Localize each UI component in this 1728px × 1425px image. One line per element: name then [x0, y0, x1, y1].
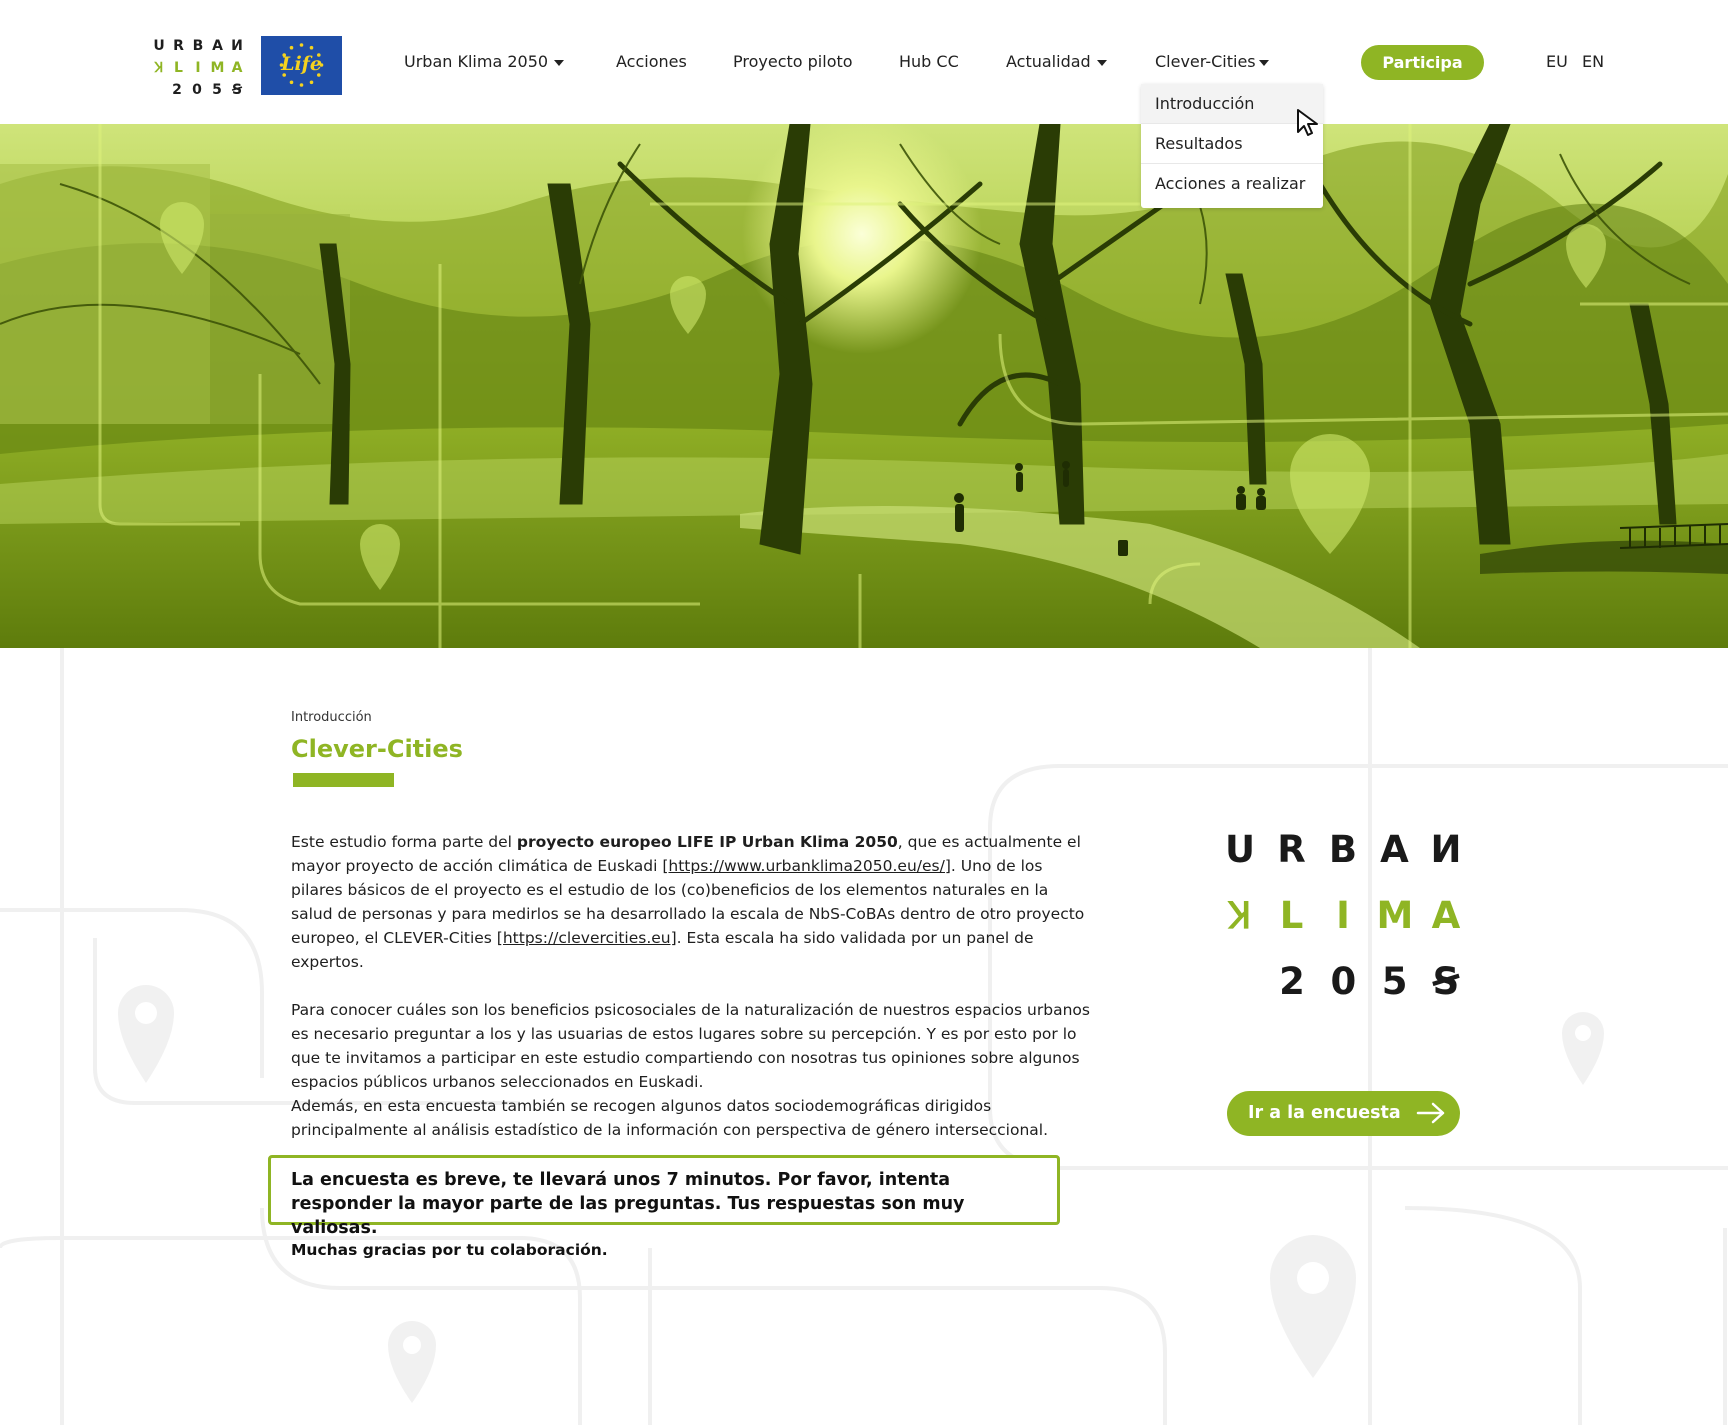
- arrow-right-icon: [1416, 1102, 1445, 1124]
- thanks-text: Muchas gracias por tu colaboración.: [291, 1241, 608, 1259]
- clever-cities-dropdown: Introducción Resultados Acciones a reali…: [1141, 84, 1323, 208]
- urban-klima-logo[interactable]: URBAИ ꞰLIMA 205Ꞩ: [150, 35, 246, 98]
- nav-item-actualidad[interactable]: Actualidad: [1006, 50, 1107, 74]
- urbanklima-link[interactable]: [https://www.urbanklima2050.eu/es/]: [662, 857, 951, 875]
- intro-paragraph-3: Además, en esta encuesta también se reco…: [291, 1097, 1049, 1139]
- intro-heading-block: Introducción Clever-Cities: [291, 710, 1091, 787]
- nav-item-hub-cc[interactable]: Hub CC: [899, 50, 959, 74]
- caret-down-icon: [1258, 59, 1269, 66]
- survey-duration-notice: La encuesta es breve, te llevará unos 7 …: [268, 1155, 1060, 1238]
- language-eu-link[interactable]: EU: [1546, 50, 1568, 74]
- mouse-pointer-icon: [1297, 109, 1318, 136]
- intro-paragraph-2: Para conocer cuáles son los beneficios p…: [291, 1001, 1090, 1091]
- language-en-link[interactable]: EN: [1582, 50, 1604, 74]
- go-to-survey-button[interactable]: Ir a la encuesta: [1227, 1091, 1460, 1136]
- site-header: URBAИ ꞰLIMA 205Ꞩ Life Urban Klima 2050 A…: [0, 0, 1728, 124]
- urban-klima-large-logo: URBAИ ꞰLIMA 205Ꞩ: [1224, 828, 1462, 1003]
- nav-item-clever-cities[interactable]: Clever-Cities: [1155, 50, 1269, 74]
- nav-item-proyecto-piloto[interactable]: Proyecto piloto: [733, 50, 853, 74]
- breadcrumb: Introducción: [291, 710, 372, 725]
- caret-down-icon: [554, 59, 565, 66]
- caret-down-icon: [1096, 59, 1107, 66]
- survey-button-label: Ir a la encuesta: [1248, 1103, 1401, 1123]
- clevercities-link[interactable]: [https://clevercities.eu]: [497, 929, 677, 947]
- life-logo-text: Life: [281, 53, 322, 75]
- intro-paragraph-1: Este estudio forma parte del proyecto eu…: [291, 833, 1085, 971]
- hero-park-image: [0, 124, 1728, 648]
- dropdown-item-acciones[interactable]: Acciones a realizar: [1141, 164, 1323, 204]
- page-title: Clever-Cities: [291, 735, 463, 763]
- project-name-bold: proyecto europeo LIFE IP Urban Klima 205…: [516, 833, 898, 851]
- notice-text: La encuesta es breve, te llevará unos 7 …: [291, 1170, 965, 1238]
- nav-item-acciones[interactable]: Acciones: [616, 50, 687, 74]
- eu-life-logo[interactable]: Life: [261, 36, 342, 95]
- title-underline: [293, 773, 394, 787]
- participa-button[interactable]: Participa: [1361, 45, 1484, 80]
- nav-item-urban-klima[interactable]: Urban Klima 2050: [404, 50, 565, 74]
